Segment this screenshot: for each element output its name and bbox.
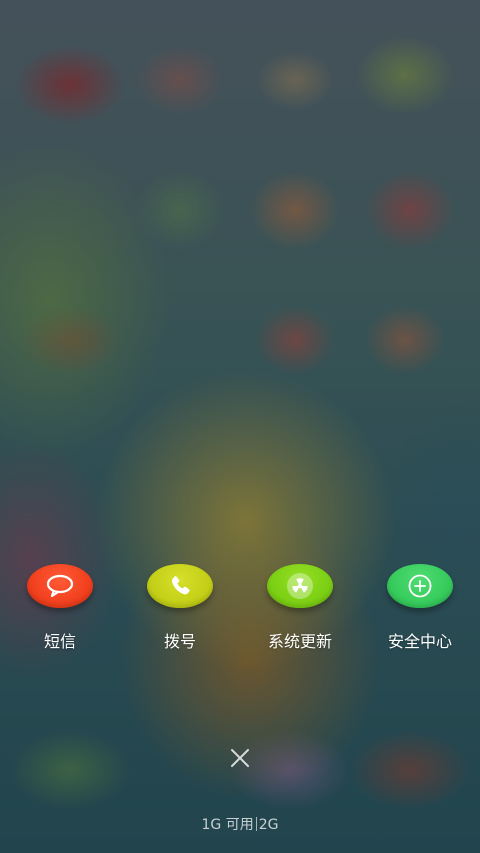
memory-total: 2G — [258, 817, 279, 833]
memory-available: 1G 可用 — [201, 817, 254, 833]
memory-divider — [255, 817, 257, 831]
system-update-button[interactable] — [267, 564, 333, 608]
security-center-button[interactable] — [387, 564, 453, 608]
shortcut-dialer[interactable]: 拨号 — [120, 564, 240, 664]
quick-shortcuts: 短信 拨号 系统更新 安全中心 — [0, 564, 480, 664]
shortcut-system-update[interactable]: 系统更新 — [240, 564, 360, 664]
dialer-button[interactable] — [147, 564, 213, 608]
system-update-label: 系统更新 — [267, 632, 332, 651]
close-icon — [231, 749, 249, 767]
security-center-label: 安全中心 — [387, 632, 452, 651]
messages-label: 短信 — [43, 632, 76, 651]
phone-icon — [171, 576, 190, 595]
messages-button[interactable] — [27, 564, 93, 608]
radiation-icon — [287, 573, 313, 599]
recent-apps-screen: 短信 拨号 系统更新 安全中心 1G 可用 2G — [0, 0, 480, 853]
message-bubble-icon — [46, 574, 74, 598]
memory-status: 1G 可用 2G — [0, 815, 480, 835]
dialer-label: 拨号 — [163, 632, 196, 651]
shortcut-messages[interactable]: 短信 — [0, 564, 120, 664]
dim-overlay — [0, 0, 480, 853]
close-button[interactable] — [228, 746, 252, 770]
shortcut-security-center[interactable]: 安全中心 — [360, 564, 480, 664]
plus-circle-icon — [408, 574, 432, 598]
